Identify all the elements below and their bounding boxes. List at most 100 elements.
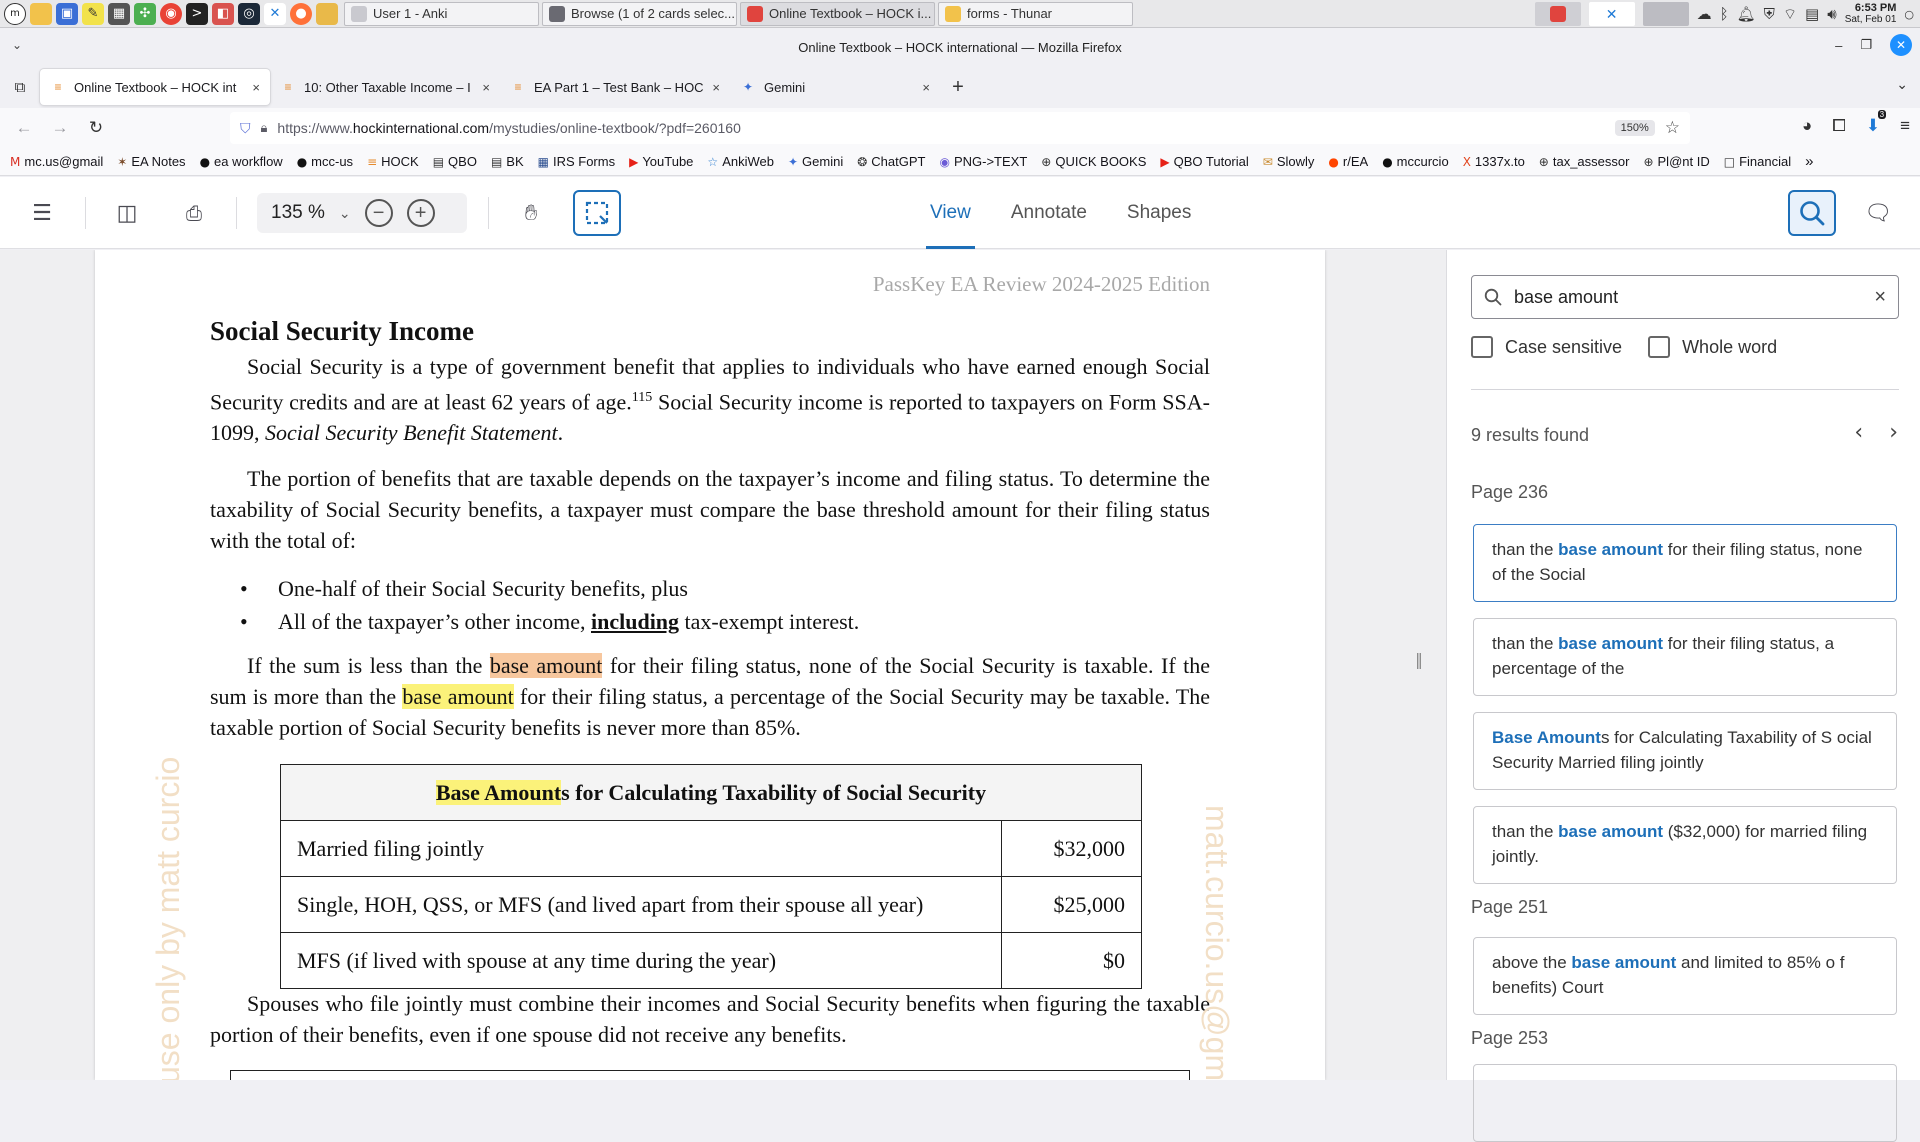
lock-icon[interactable]: 🔒︎ xyxy=(261,120,268,136)
bookmark-item[interactable]: ✦ Gemini xyxy=(788,154,843,169)
taskbar-window-firefox[interactable]: Online Textbook – HOCK i... xyxy=(740,1,935,26)
bookmark-item[interactable]: ▦ IRS Forms xyxy=(538,154,615,169)
sidebar-panel-icon[interactable]: ◫ xyxy=(111,197,143,229)
bookmark-item[interactable]: Mmc.us@gmail xyxy=(10,154,103,169)
terminal-launcher-icon[interactable]: > xyxy=(186,2,208,25)
bookmark-item[interactable]: ▶ YouTube xyxy=(629,154,693,169)
tab-close-icon[interactable]: × xyxy=(922,80,930,95)
tab-close-icon[interactable]: × xyxy=(252,80,260,95)
container-extension-icon[interactable]: ◕ xyxy=(1802,116,1812,136)
bookmark-item[interactable]: ▶ QBO Tutorial xyxy=(1160,154,1248,169)
vscode-launcher-icon[interactable]: ✕ xyxy=(264,2,286,25)
chrome-launcher-icon[interactable]: ◉ xyxy=(160,2,182,25)
search-icon[interactable]: ○ xyxy=(1904,8,1914,21)
zoom-in-icon[interactable]: + xyxy=(406,199,435,227)
tab-other-taxable-income[interactable]: ≡ 10: Other Taxable Income – I × xyxy=(270,69,500,105)
list-all-tabs-chevron-icon[interactable]: ⌄ xyxy=(1896,76,1908,93)
bluetooth-icon[interactable]: ᛒ xyxy=(1720,5,1729,23)
tracking-shield-icon[interactable]: ⛉ xyxy=(240,120,251,137)
zoom-dropdown[interactable]: 135 % ⌄ − + xyxy=(257,193,467,233)
search-result-item[interactable]: than the base amount for their filing st… xyxy=(1473,524,1897,602)
next-result-chevron-icon[interactable]: › xyxy=(1889,420,1898,445)
taskbar-window-anki[interactable]: User 1 - Anki xyxy=(344,1,539,26)
chevron-down-icon[interactable]: ⌄ xyxy=(339,205,351,222)
minimize-icon[interactable]: – xyxy=(1835,38,1842,53)
search-highlight-current[interactable]: base amount xyxy=(489,653,603,678)
bookmark-item[interactable]: ● mcc-us xyxy=(297,154,353,169)
folder-launcher-icon[interactable] xyxy=(316,2,338,25)
bookmark-item[interactable]: ⊕ QUICK BOOKS xyxy=(1041,154,1146,169)
hamburger-menu-icon[interactable]: ≡ xyxy=(1900,116,1910,136)
wifi-icon[interactable]: ⌔ xyxy=(1783,5,1797,24)
bookmark-item[interactable]: ⊕ Pl@nt ID xyxy=(1643,154,1709,169)
back-arrow-icon[interactable]: ← xyxy=(6,118,42,138)
clear-search-icon[interactable]: × xyxy=(1874,286,1886,309)
volume-icon[interactable]: 🔊︎ xyxy=(1827,5,1836,23)
clipboard-icon[interactable]: ▤ xyxy=(1805,5,1819,23)
files-launcher-icon[interactable] xyxy=(30,2,52,25)
bookmark-item[interactable]: ▤ BK xyxy=(491,154,524,169)
search-result-item[interactable]: Base Amounts for Calculating Taxability … xyxy=(1473,712,1897,790)
bookmark-star-icon[interactable]: ☆ xyxy=(1665,118,1680,138)
search-result-item[interactable]: than the base amount for their filing st… xyxy=(1473,618,1897,696)
menu-icon[interactable]: ☰ xyxy=(26,197,58,229)
anki-launcher-icon[interactable]: ◧ xyxy=(212,2,234,25)
bookmark-item[interactable]: ▤ QBO xyxy=(433,154,477,169)
tab-view[interactable]: View xyxy=(926,177,975,249)
case-sensitive-checkbox[interactable]: Case sensitive xyxy=(1471,336,1622,358)
weather-icon[interactable]: ☁ xyxy=(1697,5,1712,23)
sidebar-resize-handle[interactable]: ‖ xyxy=(1415,650,1425,740)
firefox-launcher-icon[interactable]: ● xyxy=(290,2,312,25)
bookmark-item[interactable]: X 1337x.to xyxy=(1463,154,1525,169)
document-viewport[interactable]: PassKey EA Review 2024-2025 Edition Soci… xyxy=(0,250,1446,1080)
taskbar-window-thunar[interactable]: forms - Thunar xyxy=(938,1,1133,26)
search-input[interactable]: base amount × xyxy=(1471,275,1899,319)
tray-vscode-icon[interactable]: ✕ xyxy=(1588,2,1635,26)
bookmark-item[interactable]: ● ea workflow xyxy=(200,154,283,169)
previous-result-chevron-icon[interactable]: ‹ xyxy=(1854,420,1863,445)
bookmark-item[interactable]: ☆ AnkiWeb xyxy=(707,154,774,169)
bookmark-item[interactable]: ❂ ChatGPT xyxy=(857,154,925,169)
reload-icon[interactable]: ↻ xyxy=(78,118,114,138)
text-editor-launcher-icon[interactable]: ✎ xyxy=(82,2,104,25)
search-highlight[interactable]: Base Amount xyxy=(435,779,562,805)
shield-icon[interactable]: ⛨ xyxy=(1764,5,1775,23)
tab-test-bank[interactable]: ≡ EA Part 1 – Test Bank – HOC × xyxy=(500,69,730,105)
zoom-indicator[interactable]: 150% xyxy=(1614,120,1655,136)
zoom-out-icon[interactable]: − xyxy=(364,199,393,227)
bookmark-item[interactable]: ● r/EA xyxy=(1328,154,1368,169)
checkbox-box[interactable] xyxy=(1648,336,1671,358)
bookmark-item[interactable]: ✉ Slowly xyxy=(1263,154,1315,169)
pan-hand-icon[interactable]: ✋︎ xyxy=(515,197,547,229)
new-tab-plus-icon[interactable]: + xyxy=(940,76,976,99)
camera-launcher-icon[interactable]: ▣ xyxy=(56,2,78,25)
clock[interactable]: 6:53 PM Sat, Feb 01 xyxy=(1845,3,1897,26)
search-result-item[interactable]: than the base amount ($32,000) for marri… xyxy=(1473,806,1897,884)
search-highlight[interactable]: base amount xyxy=(402,684,514,709)
download-extension-icon[interactable]: ⬇ 3 xyxy=(1866,110,1887,136)
tab-close-icon[interactable]: × xyxy=(712,80,720,95)
tab-shapes[interactable]: Shapes xyxy=(1127,177,1191,249)
app-menu-icon[interactable]: m xyxy=(4,2,26,25)
taskbar-window-browse[interactable]: Browse (1 of 2 cards selec... xyxy=(542,1,737,26)
tab-annotate[interactable]: Annotate xyxy=(1011,177,1087,249)
search-result-item[interactable] xyxy=(1473,1064,1897,1142)
bookmark-item[interactable]: ⊕ tax_assessor xyxy=(1539,154,1630,169)
url-bar[interactable]: ⛉ 🔒︎ https://www.hockinternational.com/m… xyxy=(230,112,1690,144)
marquee-select-tool[interactable] xyxy=(573,190,621,236)
puzzle-extension-icon[interactable]: ⧠ xyxy=(1832,116,1846,136)
bookmark-item[interactable]: ≡ HOCK xyxy=(367,154,419,169)
puzzle-launcher-icon[interactable]: ✣ xyxy=(134,2,156,25)
whole-word-checkbox[interactable]: Whole word xyxy=(1648,336,1777,358)
search-result-item[interactable]: above the base amount and limited to 85%… xyxy=(1473,937,1897,1015)
tray-anki-icon[interactable] xyxy=(1534,2,1581,26)
firefox-view-icon[interactable]: ⧉ xyxy=(0,79,40,96)
tab-close-icon[interactable]: × xyxy=(482,80,490,95)
window-close-icon[interactable]: ✕ xyxy=(1890,34,1912,56)
footnote-ref[interactable]: 115 xyxy=(632,390,652,405)
tray-empty-slot[interactable] xyxy=(1642,2,1689,26)
bookmarks-overflow-chevron-icon[interactable]: » xyxy=(1805,153,1813,170)
tab-online-textbook[interactable]: ≡ Online Textbook – HOCK int × xyxy=(40,69,270,105)
url-text[interactable]: https://www.hockinternational.com/mystud… xyxy=(277,120,1604,136)
chevron-down-icon[interactable]: ⌄ xyxy=(12,38,22,52)
